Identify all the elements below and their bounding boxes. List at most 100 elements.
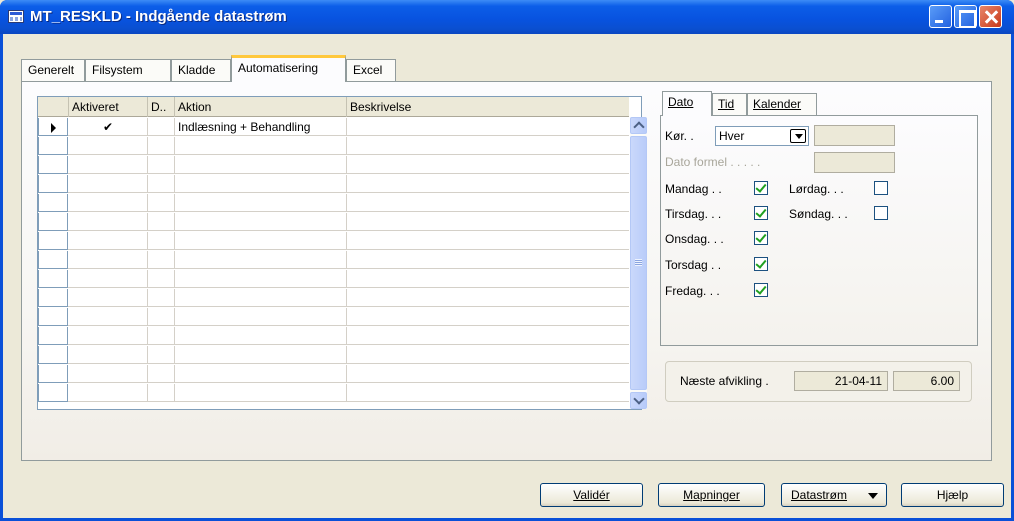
cell-aktion[interactable] [175,137,347,155]
cell-aktion[interactable] [175,194,347,212]
cell-aktiveret[interactable] [69,365,148,383]
cell-beskrivelse[interactable] [347,346,629,364]
table-row[interactable] [38,232,629,250]
cell-d[interactable] [148,327,175,345]
cell-aktiveret[interactable]: ✔ [69,118,148,136]
scroll-down-button[interactable] [630,392,647,409]
table-row[interactable] [38,384,629,402]
cell-aktion[interactable] [175,365,347,383]
cell-beskrivelse[interactable] [347,137,629,155]
col-header-beskrivelse[interactable]: Beskrivelse [347,97,629,117]
row-selector[interactable] [38,384,68,402]
cell-beskrivelse[interactable] [347,365,629,383]
cell-aktion[interactable] [175,346,347,364]
cell-d[interactable] [148,346,175,364]
cell-aktiveret[interactable] [69,194,148,212]
cell-aktion[interactable] [175,289,347,307]
kor-combobox[interactable]: Hver [715,126,809,146]
cell-d[interactable] [148,194,175,212]
cell-d[interactable] [148,384,175,402]
cell-aktion[interactable] [175,251,347,269]
checkbox-onsdag[interactable] [754,231,768,245]
scroll-thumb[interactable] [630,136,647,390]
row-selector[interactable] [38,137,68,155]
cell-beskrivelse[interactable] [347,327,629,345]
col-header-d[interactable]: D.. [148,97,175,117]
table-row[interactable] [38,175,629,193]
tab-kladde[interactable]: Kladde [171,59,231,81]
row-selector[interactable] [38,118,68,136]
row-selector[interactable] [38,346,68,364]
cell-aktion[interactable] [175,327,347,345]
cell-aktion[interactable] [175,213,347,231]
row-selector[interactable] [38,156,68,174]
maximize-button[interactable] [954,5,977,28]
cell-beskrivelse[interactable] [347,384,629,402]
datastrom-button[interactable]: Datastrøm [781,483,887,507]
cell-beskrivelse[interactable] [347,156,629,174]
tab-kalender[interactable]: Kalender [747,93,817,115]
cell-beskrivelse[interactable] [347,308,629,326]
tab-filsystem[interactable]: Filsystem [85,59,171,81]
tab-generelt[interactable]: Generelt [21,59,85,81]
cell-d[interactable] [148,270,175,288]
row-selector[interactable] [38,289,68,307]
cell-aktiveret[interactable] [69,213,148,231]
cell-aktion[interactable] [175,232,347,250]
checkbox-lordag[interactable] [874,181,888,195]
hjaelp-button[interactable]: Hjælp [901,483,1004,507]
table-row[interactable] [38,289,629,307]
cell-d[interactable] [148,251,175,269]
table-row[interactable] [38,137,629,155]
cell-beskrivelse[interactable] [347,175,629,193]
table-row[interactable] [38,346,629,364]
cell-aktiveret[interactable] [69,156,148,174]
cell-aktion[interactable] [175,384,347,402]
table-row[interactable] [38,308,629,326]
cell-aktiveret[interactable] [69,270,148,288]
cell-aktion[interactable]: Indlæsning + Behandling [175,118,347,136]
tab-tid[interactable]: Tid [712,93,747,115]
checkbox-torsdag[interactable] [754,257,768,271]
scroll-up-button[interactable] [630,117,647,134]
row-selector[interactable] [38,327,68,345]
cell-aktion[interactable] [175,270,347,288]
minimize-button[interactable] [929,5,952,28]
cell-aktiveret[interactable] [69,175,148,193]
row-selector[interactable] [38,175,68,193]
cell-beskrivelse[interactable] [347,194,629,212]
cell-aktiveret[interactable] [69,251,148,269]
table-row[interactable] [38,327,629,345]
cell-d[interactable] [148,365,175,383]
cell-beskrivelse[interactable] [347,118,629,136]
table-row[interactable] [38,194,629,212]
valider-button[interactable]: Validér [540,483,643,507]
chevron-down-icon[interactable] [790,129,806,143]
cell-d[interactable] [148,308,175,326]
tab-excel[interactable]: Excel [346,59,396,81]
cell-beskrivelse[interactable] [347,270,629,288]
table-row[interactable]: ✔ Indlæsning + Behandling [38,118,629,136]
cell-d[interactable] [148,213,175,231]
title-bar[interactable]: MT_RESKLD - Indgående datastrøm [0,0,1014,34]
cell-d[interactable] [148,175,175,193]
tab-dato[interactable]: Dato [662,91,712,116]
row-selector[interactable] [38,308,68,326]
cell-aktion[interactable] [175,308,347,326]
cell-aktion[interactable] [175,156,347,174]
cell-aktiveret[interactable] [69,289,148,307]
table-row[interactable] [38,251,629,269]
cell-beskrivelse[interactable] [347,232,629,250]
cell-aktiveret[interactable] [69,327,148,345]
row-selector[interactable] [38,270,68,288]
cell-beskrivelse[interactable] [347,213,629,231]
row-selector[interactable] [38,213,68,231]
row-selector[interactable] [38,232,68,250]
cell-d[interactable] [148,156,175,174]
cell-aktiveret[interactable] [69,308,148,326]
cell-aktiveret[interactable] [69,232,148,250]
mapninger-button[interactable]: Mapninger [658,483,765,507]
cell-d[interactable] [148,289,175,307]
grid-scrollbar[interactable] [630,117,647,409]
checkbox-sondag[interactable] [874,206,888,220]
